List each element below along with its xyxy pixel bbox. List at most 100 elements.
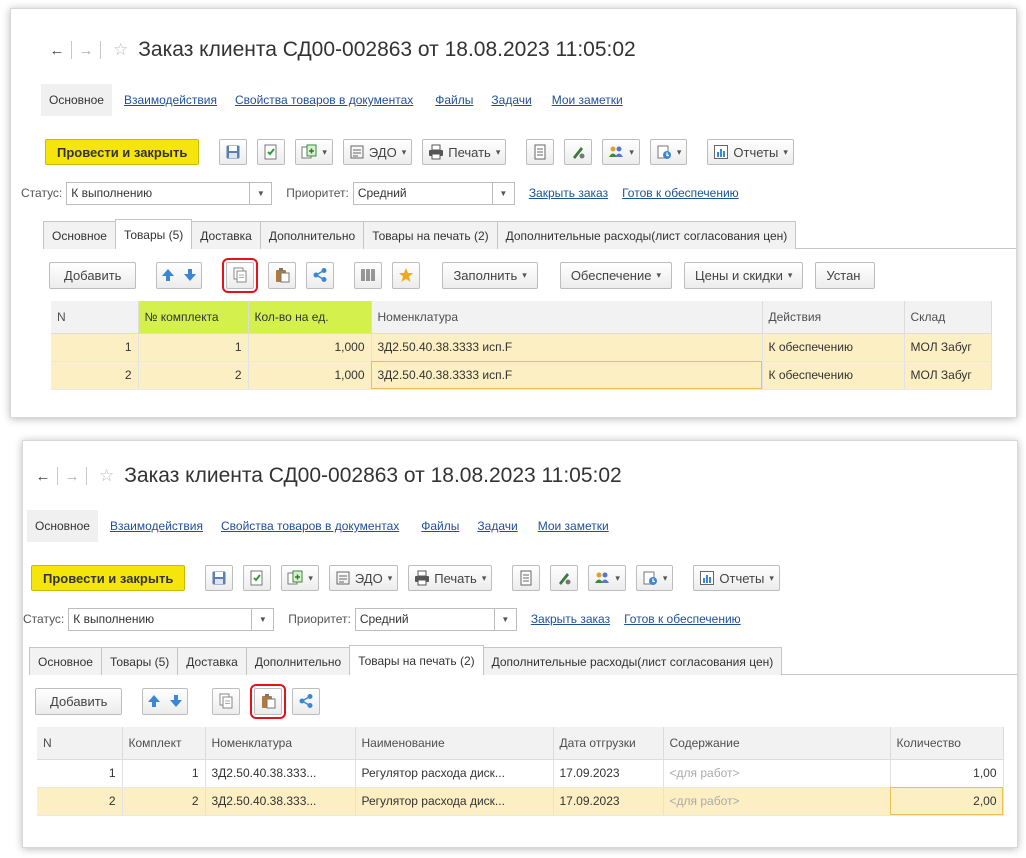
column-header-kit[interactable]: Комплект: [122, 727, 206, 760]
tab-goods[interactable]: Товары (5): [114, 219, 193, 249]
column-header-actions[interactable]: Действия: [762, 301, 905, 334]
cell-n[interactable]: 1: [37, 759, 123, 788]
forward-arrow-icon[interactable]: →: [60, 466, 84, 486]
section-notes[interactable]: Мои заметки: [552, 93, 623, 107]
fill-button[interactable]: Заполнить ▾: [442, 261, 538, 289]
column-header-n[interactable]: N: [51, 301, 139, 334]
column-header-name[interactable]: Наименование: [355, 727, 554, 760]
add-row-button[interactable]: Добавить: [35, 687, 123, 715]
post-button[interactable]: [243, 565, 272, 591]
table-row[interactable]: 2 2 1,000 3Д2.50.40.38.3333 исп.F К обес…: [51, 361, 992, 390]
section-main[interactable]: Основное: [41, 84, 112, 116]
section-properties[interactable]: Свойства товаров в документах: [221, 519, 399, 533]
section-main[interactable]: Основное: [27, 510, 98, 542]
reports-button[interactable]: Отчеты ▾: [707, 139, 794, 165]
move-up-button[interactable]: [143, 689, 165, 714]
section-files[interactable]: Файлы: [421, 519, 459, 533]
cell-content[interactable]: <для работ>: [663, 787, 891, 816]
tab-additional[interactable]: Дополнительно: [259, 221, 365, 249]
table-row[interactable]: 1 1 3Д2.50.40.38.333... Регулятор расход…: [37, 759, 1004, 788]
move-down-button[interactable]: [179, 263, 201, 288]
supply-button[interactable]: Обеспечение ▾: [559, 261, 672, 289]
ready-for-supply-link[interactable]: Готов к обеспечению: [622, 186, 739, 200]
cell-warehouse[interactable]: МОЛ Забуг: [904, 361, 992, 390]
star-icon[interactable]: ☆: [113, 40, 128, 60]
cell-item[interactable]: 3Д2.50.40.38.333...: [205, 759, 356, 788]
post-and-close-button[interactable]: Провести и закрыть: [31, 565, 186, 591]
edo-button[interactable]: ЭДО ▾: [328, 565, 399, 591]
cell-name[interactable]: Регулятор расхода диск...: [355, 787, 554, 816]
copy-rows-button[interactable]: [222, 257, 259, 293]
column-header-kit[interactable]: № комплекта: [138, 301, 249, 334]
cell-qty[interactable]: 1,000: [248, 333, 372, 362]
cell-action[interactable]: К обеспечению: [762, 333, 905, 362]
section-interactions[interactable]: Взаимодействия: [110, 519, 203, 533]
cell-name[interactable]: Регулятор расхода диск...: [355, 759, 554, 788]
cell-item[interactable]: 3Д2.50.40.38.333...: [205, 787, 356, 816]
cell-kit[interactable]: 1: [122, 759, 206, 788]
priority-field[interactable]: Средний: [354, 607, 495, 631]
reports-button[interactable]: Отчеты ▾: [693, 565, 780, 591]
close-order-link[interactable]: Закрыть заказ: [529, 186, 608, 200]
share-button[interactable]: [292, 687, 321, 715]
section-files[interactable]: Файлы: [435, 93, 473, 107]
column-header-ship-date[interactable]: Дата отгрузки: [553, 727, 664, 760]
edo-button[interactable]: ЭДО ▾: [342, 139, 413, 165]
cell-ship-date[interactable]: 17.09.2023: [553, 787, 664, 816]
move-up-button[interactable]: [157, 263, 179, 288]
column-header-warehouse[interactable]: Склад: [904, 301, 992, 334]
column-header-n[interactable]: N: [37, 727, 123, 760]
tab-delivery[interactable]: Доставка: [177, 647, 247, 675]
column-header-quantity[interactable]: Количество: [890, 727, 1004, 760]
favorite-button[interactable]: [392, 261, 421, 289]
priority-dropdown-button[interactable]: ▼: [494, 607, 517, 631]
share-button[interactable]: [306, 261, 335, 289]
create-based-on-button[interactable]: ▾: [281, 565, 319, 591]
back-arrow-icon[interactable]: ←: [45, 40, 69, 60]
add-row-button[interactable]: Добавить: [49, 261, 137, 289]
table-row[interactable]: 2 2 3Д2.50.40.38.333... Регулятор расход…: [37, 787, 1004, 816]
post-button[interactable]: [257, 139, 286, 165]
cell-kit[interactable]: 2: [122, 787, 206, 816]
priority-dropdown-button[interactable]: ▼: [492, 181, 515, 205]
cell-kit[interactable]: 2: [138, 361, 249, 390]
cell-quantity[interactable]: 2,00: [890, 787, 1004, 816]
structure-button[interactable]: [512, 565, 541, 591]
signature-button[interactable]: [550, 565, 579, 591]
structure-button[interactable]: [526, 139, 555, 165]
status-dropdown-button[interactable]: ▼: [250, 181, 273, 205]
prices-discounts-button[interactable]: Цены и скидки ▾: [684, 261, 804, 289]
tab-goods[interactable]: Товары (5): [100, 647, 179, 675]
status-dropdown-button[interactable]: ▼: [252, 607, 275, 631]
tab-print-goods[interactable]: Товары на печать (2): [349, 645, 484, 675]
users-button[interactable]: ▾: [588, 565, 626, 591]
attachments-button[interactable]: ▾: [649, 139, 688, 165]
save-button[interactable]: [205, 565, 234, 591]
section-tasks[interactable]: Задачи: [491, 93, 531, 107]
attachments-button[interactable]: ▾: [635, 565, 674, 591]
cell-ship-date[interactable]: 17.09.2023: [553, 759, 664, 788]
barcode-button[interactable]: [354, 261, 383, 289]
status-field[interactable]: К выполнению: [66, 181, 251, 205]
section-properties[interactable]: Свойства товаров в документах: [235, 93, 413, 107]
cell-qty[interactable]: 1,000: [248, 361, 372, 390]
section-interactions[interactable]: Взаимодействия: [124, 93, 217, 107]
tab-delivery[interactable]: Доставка: [191, 221, 261, 249]
cell-action[interactable]: К обеспечению: [762, 361, 905, 390]
cell-warehouse[interactable]: МОЛ Забуг: [904, 333, 992, 362]
close-order-link[interactable]: Закрыть заказ: [531, 612, 610, 626]
print-button[interactable]: Печать ▾: [408, 565, 493, 591]
set-button[interactable]: Устан: [815, 261, 876, 289]
users-button[interactable]: ▾: [602, 139, 640, 165]
print-button[interactable]: Печать ▾: [422, 139, 507, 165]
paste-rows-button[interactable]: [268, 261, 297, 289]
section-notes[interactable]: Мои заметки: [538, 519, 609, 533]
copy-rows-button[interactable]: [212, 687, 241, 715]
column-header-item[interactable]: Номенклатура: [371, 301, 763, 334]
column-header-content[interactable]: Содержание: [663, 727, 891, 760]
signature-button[interactable]: [564, 139, 593, 165]
move-down-button[interactable]: [165, 689, 187, 714]
forward-arrow-icon[interactable]: →: [74, 40, 98, 60]
tab-main[interactable]: Основное: [43, 221, 116, 249]
tab-extra-costs[interactable]: Дополнительные расходы(лист согласования…: [496, 221, 797, 249]
